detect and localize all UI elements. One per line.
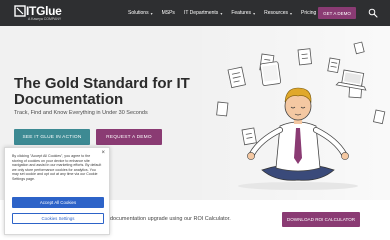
top-navigation: ITGlue A Kaseya COMPANY Solutions ▾ MSPs… (0, 0, 390, 26)
nav-item-label: Pricing (301, 10, 317, 16)
nav-item-label: Solutions (128, 10, 149, 16)
nav-item-it-departments[interactable]: IT Departments ▾ (184, 10, 222, 16)
cookies-settings-button[interactable]: Cookies Settings (12, 213, 104, 224)
hero-tagline: Track, Find and Know Everything in Under… (14, 110, 148, 116)
search-icon[interactable] (368, 8, 378, 18)
nav-item-label: MSPs (161, 10, 175, 16)
download-roi-calculator-button[interactable]: DOWNLOAD ROI CALCULATOR (282, 212, 360, 227)
chevron-down-icon: ▾ (289, 10, 292, 16)
hero-headline: The Gold Standard for IT Documentation (14, 75, 190, 108)
chevron-down-icon: ▾ (150, 10, 153, 16)
nav-item-label: Features (231, 10, 252, 16)
cookie-consent-banner: × By clicking "Accept All Cookies", you … (4, 147, 110, 235)
meditating-man-illustration (247, 87, 349, 181)
chevron-down-icon: ▾ (220, 10, 223, 16)
close-icon[interactable]: × (101, 150, 105, 156)
chevron-down-icon: ▾ (253, 10, 256, 16)
cookie-consent-text: By clicking "Accept All Cookies", you ag… (12, 154, 102, 181)
brand-name: ITGlue (26, 4, 62, 18)
tablet-illustration (259, 61, 282, 86)
itglue-logo[interactable]: ITGlue A Kaseya COMPANY (14, 4, 72, 22)
roi-strip-text: documentation upgrade using our ROI Calc… (110, 216, 231, 222)
see-it-glue-in-action-button[interactable]: SEE IT GLUE IN ACTION (14, 129, 90, 145)
itglue-logo-icon (14, 5, 26, 17)
request-a-demo-button[interactable]: REQUEST A DEMO (96, 129, 162, 145)
nav-links: Solutions ▾ MSPs IT Departments ▾ Featur… (128, 0, 325, 26)
hero-illustration (216, 41, 386, 190)
nav-item-resources[interactable]: Resources ▾ (264, 10, 292, 16)
nav-item-msps[interactable]: MSPs (162, 10, 175, 16)
nav-item-pricing[interactable]: Pricing (301, 10, 316, 16)
nav-item-label: IT Departments (183, 10, 219, 16)
brand-subtitle: A Kaseya COMPANY (28, 17, 62, 21)
accept-all-cookies-button[interactable]: Accept All Cookies (12, 197, 104, 208)
nav-item-solutions[interactable]: Solutions ▾ (128, 10, 153, 16)
nav-item-features[interactable]: Features ▾ (231, 10, 255, 16)
floor-shadow (238, 182, 358, 190)
nav-item-label: Resources (264, 10, 288, 16)
laptop-illustration (335, 69, 367, 91)
get-a-demo-button[interactable]: GET A DEMO (318, 7, 356, 19)
